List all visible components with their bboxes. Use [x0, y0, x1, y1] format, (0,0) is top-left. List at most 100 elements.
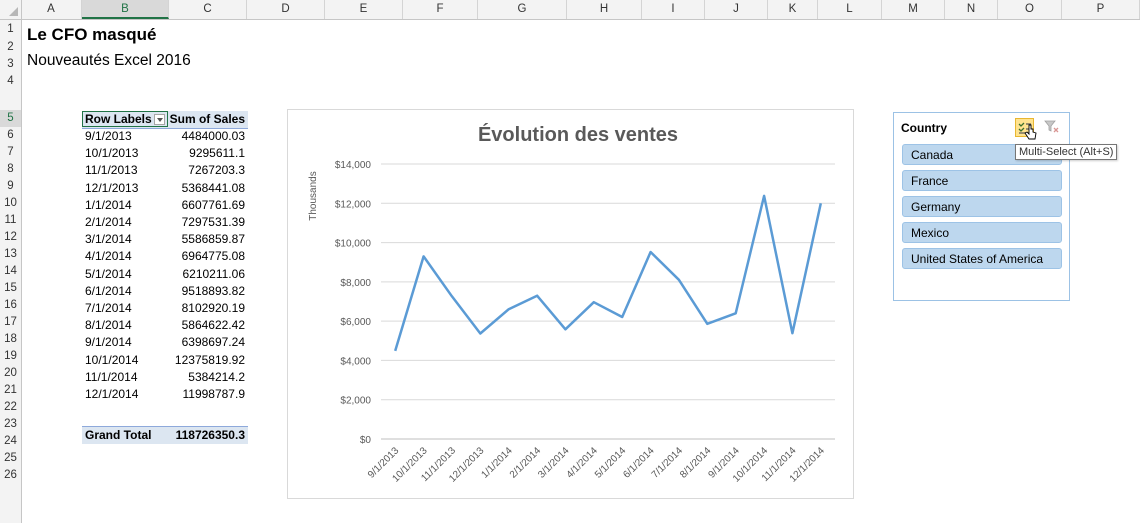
row-header-17[interactable]: 17 [0, 314, 21, 331]
grand-total-row: Grand Total 118726350.3 [82, 426, 248, 444]
pivot-row-label[interactable]: 1/1/2014 [85, 197, 132, 214]
pivot-row-label[interactable]: 10/1/2013 [85, 145, 138, 162]
slicer-item-france[interactable]: France [902, 170, 1062, 191]
row-header-13[interactable]: 13 [0, 246, 21, 263]
pivot-row-value[interactable]: 6607761.69 [182, 197, 245, 214]
row-header-14[interactable]: 14 [0, 263, 21, 280]
pivot-row-value[interactable]: 5864622.42 [182, 317, 245, 334]
pivot-row-label[interactable]: 12/1/2014 [85, 386, 138, 403]
pivot-row-label[interactable]: 2/1/2014 [85, 214, 132, 231]
column-header-m[interactable]: M [882, 0, 945, 19]
column-header-j[interactable]: J [705, 0, 768, 19]
pivot-row-value[interactable]: 4484000.03 [182, 128, 245, 145]
column-header-i[interactable]: I [642, 0, 705, 19]
row-header-1[interactable]: 1 [0, 20, 21, 38]
select-all-corner[interactable] [0, 0, 22, 19]
chart-title[interactable]: Évolution des ventes [478, 123, 678, 146]
pivot-row: 5/1/2014 6210211.06 [82, 266, 248, 283]
column-header-n[interactable]: N [945, 0, 998, 19]
pivot-row-label[interactable]: 9/1/2014 [85, 334, 132, 351]
row-header-3[interactable]: 3 [0, 56, 21, 73]
column-header-e[interactable]: E [325, 0, 403, 19]
row-header-23[interactable]: 23 [0, 416, 21, 433]
pivot-row-label[interactable]: 7/1/2014 [85, 300, 132, 317]
column-header-l[interactable]: L [818, 0, 882, 19]
slicer-header: Country [901, 121, 947, 135]
sum-of-sales-header[interactable]: Sum of Sales [170, 111, 245, 128]
pivot-row-value[interactable]: 5586859.87 [182, 231, 245, 248]
pivot-row: 7/1/2014 8102920.19 [82, 300, 248, 317]
column-header-h[interactable]: H [567, 0, 642, 19]
row-header-8[interactable]: 8 [0, 161, 21, 178]
column-header-b[interactable]: B [82, 0, 169, 19]
clear-filter-icon[interactable] [1044, 119, 1060, 135]
sales-series-line[interactable] [394, 194, 823, 352]
column-header-c[interactable]: C [169, 0, 247, 19]
sheet-subtitle[interactable]: Nouveautés Excel 2016 [27, 52, 191, 70]
pivot-row-label[interactable]: 10/1/2014 [85, 352, 138, 369]
pivot-row-value[interactable]: 9518893.82 [182, 283, 245, 300]
pivot-row-label[interactable]: 12/1/2013 [85, 180, 138, 197]
pivot-row-value[interactable]: 9295611.1 [189, 145, 245, 162]
row-header-20[interactable]: 20 [0, 365, 21, 382]
slicer-item-united-states-of-america[interactable]: United States of America [902, 248, 1062, 269]
row-header-4[interactable]: 4 [0, 73, 21, 90]
pivot-row-value[interactable]: 5384214.2 [188, 369, 245, 386]
pivot-row-value[interactable]: 6398697.24 [182, 334, 245, 351]
pivot-row-value[interactable]: 7267203.3 [188, 162, 245, 179]
column-header-a[interactable]: A [21, 0, 82, 19]
pivot-row-label[interactable]: 11/1/2013 [85, 162, 138, 179]
line-chart[interactable]: Évolution des ventes Thousands $0 $2,000 $… [287, 109, 854, 499]
pivot-row-label[interactable]: 9/1/2013 [85, 128, 132, 145]
slicer-item-germany[interactable]: Germany [902, 196, 1062, 217]
slicer-item-mexico[interactable]: Mexico [902, 222, 1062, 243]
pivot-row-label[interactable]: 4/1/2014 [85, 248, 132, 265]
pivot-row-label[interactable]: 11/1/2014 [85, 369, 138, 386]
row-header-10[interactable]: 10 [0, 195, 21, 212]
row-header-16[interactable]: 16 [0, 297, 21, 314]
row-header-5[interactable]: 5 [0, 110, 21, 127]
pivot-row-value[interactable]: 8102920.19 [182, 300, 245, 317]
row-header-7[interactable]: 7 [0, 144, 21, 161]
pivot-row-value[interactable]: 12375819.92 [175, 352, 245, 369]
pivot-row-label[interactable]: 5/1/2014 [85, 266, 132, 283]
y-tick-label: $12,000 [335, 199, 372, 210]
pivot-row-label[interactable]: 6/1/2014 [85, 283, 132, 300]
column-header-g[interactable]: G [478, 0, 567, 19]
row-header-15[interactable]: 15 [0, 280, 21, 297]
row-header-11[interactable]: 11 [0, 212, 21, 229]
grand-total-value[interactable]: 118726350.3 [176, 427, 245, 444]
y-tick-label: $2,000 [340, 396, 371, 407]
pivot-row: 4/1/2014 6964775.08 [82, 248, 248, 265]
row-labels-header[interactable]: Row Labels [85, 111, 152, 128]
pivot-row-value[interactable]: 11998787.9 [182, 386, 245, 403]
pivot-row-value[interactable]: 6964775.08 [182, 248, 245, 265]
pivot-row-value[interactable]: 6210211.06 [182, 266, 245, 283]
row-header-12[interactable]: 12 [0, 229, 21, 246]
row-header-2[interactable]: 2 [0, 38, 21, 56]
pivot-row-label[interactable]: 3/1/2014 [85, 231, 132, 248]
row-header-21[interactable]: 21 [0, 382, 21, 399]
row-header-9[interactable]: 9 [0, 178, 21, 195]
row-header-24[interactable]: 24 [0, 433, 21, 450]
grand-total-label[interactable]: Grand Total [85, 427, 151, 444]
pivot-row-value[interactable]: 7297531.39 [182, 214, 245, 231]
row-header-18[interactable]: 18 [0, 331, 21, 348]
column-header-d[interactable]: D [247, 0, 325, 19]
column-header-p[interactable]: P [1062, 0, 1140, 19]
row-header-22[interactable]: 22 [0, 399, 21, 416]
column-header-k[interactable]: K [768, 0, 818, 19]
row-header-26[interactable]: 26 [0, 467, 21, 484]
pivot-row-label[interactable]: 8/1/2014 [85, 317, 132, 334]
country-slicer[interactable]: Country Canada France Germany Mexico Uni… [893, 112, 1070, 301]
column-header-o[interactable]: O [998, 0, 1062, 19]
row-header-19[interactable]: 19 [0, 348, 21, 365]
pivot-row-value[interactable]: 5368441.08 [182, 180, 245, 197]
sheet-title[interactable]: Le CFO masqué [27, 25, 156, 45]
row-header-6[interactable]: 6 [0, 127, 21, 144]
column-header-f[interactable]: F [403, 0, 478, 19]
row-header-25[interactable]: 25 [0, 450, 21, 467]
filter-dropdown-icon[interactable] [154, 114, 165, 125]
pivot-row: 12/1/2013 5368441.08 [82, 180, 248, 197]
y-axis-unit-label[interactable]: Thousands [308, 171, 319, 220]
